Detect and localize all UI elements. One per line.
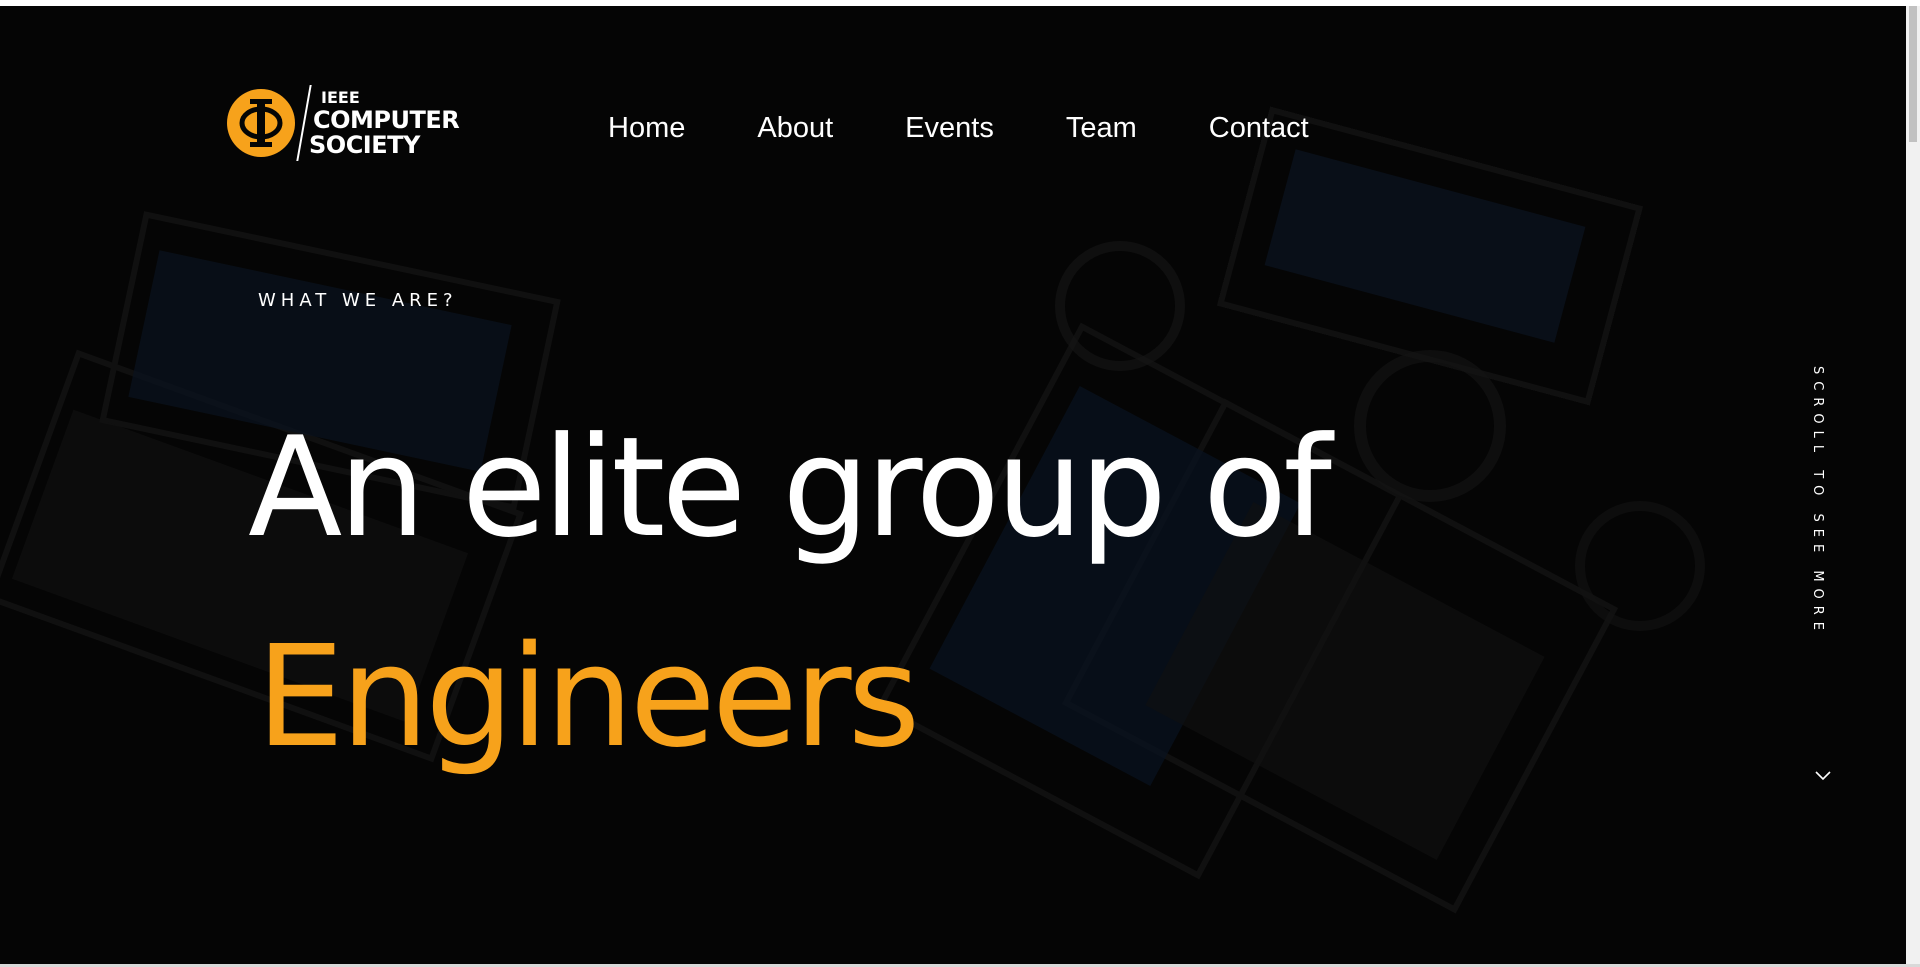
nav-contact[interactable]: Contact: [1209, 108, 1309, 148]
nav-team[interactable]: Team: [1066, 108, 1137, 148]
nav-home[interactable]: Home: [608, 108, 685, 148]
hero-section: IEEE COMPUTER SOCIETY Home About Events …: [0, 6, 1906, 964]
hero-eyebrow: WHAT WE ARE?: [258, 290, 458, 311]
logo-line-ieee: IEEE: [321, 87, 360, 107]
logo-wordmark: IEEE COMPUTER SOCIETY: [309, 87, 460, 157]
site-logo[interactable]: IEEE COMPUTER SOCIETY: [225, 82, 475, 164]
logo-line-society: SOCIETY: [309, 130, 420, 159]
scroll-hint-label: SCROLL TO SEE MORE: [1810, 366, 1825, 638]
computer-society-emblem-icon: [227, 89, 295, 157]
scroll-hint: SCROLL TO SEE MORE: [1810, 366, 1840, 666]
scrollbar-thumb[interactable]: [1909, 6, 1917, 142]
logo-line-computer: COMPUTER: [313, 105, 460, 134]
hero-headline-accent: Engineers: [256, 616, 920, 779]
hero-headline: An elite group of: [248, 407, 1332, 568]
nav-about[interactable]: About: [757, 108, 833, 148]
chevron-down-icon[interactable]: [1814, 770, 1832, 782]
main-nav: Home About Events Team Contact: [608, 108, 1381, 148]
nav-events[interactable]: Events: [905, 108, 994, 148]
page-scrollbar[interactable]: [1906, 6, 1920, 964]
